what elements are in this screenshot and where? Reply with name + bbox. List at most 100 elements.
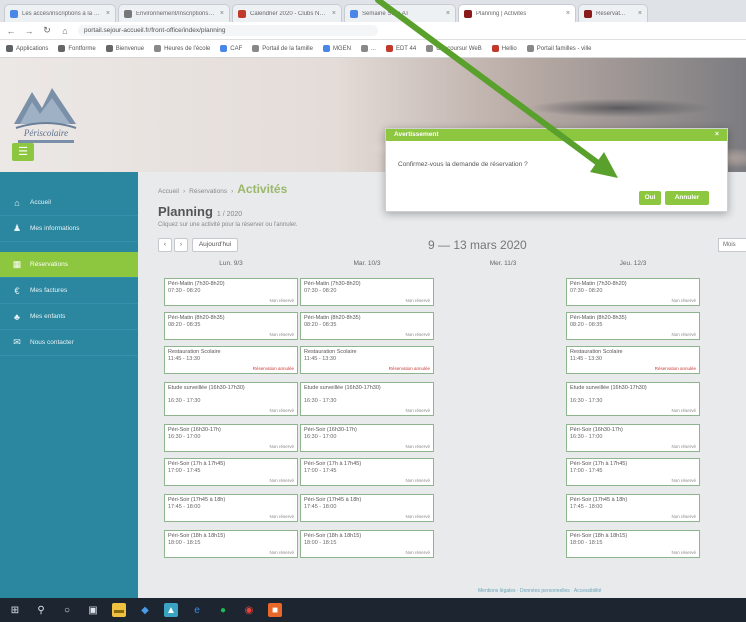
activity-card[interactable]: Restauration Scolaire 11:45 - 13:30 Réserv… xyxy=(566,346,700,374)
activity-time: 16:30 - 17:30 xyxy=(168,398,201,404)
view-select[interactable]: Mois xyxy=(718,238,746,252)
sidebar-item-4[interactable]: € Mes factures xyxy=(0,278,138,304)
browser-tab[interactable]: Planning | Activités × xyxy=(458,4,576,22)
bookmark-item[interactable]: Concoursur WeB xyxy=(426,45,482,52)
prev-week-button[interactable]: ‹ xyxy=(158,238,172,252)
chrome-icon[interactable]: ◉ xyxy=(242,603,256,617)
activity-card[interactable]: Restauration Scolaire 11:45 - 13:30 Réserv… xyxy=(300,346,434,374)
browser-tab[interactable]: Environnement/Inscriptions acc... × xyxy=(118,4,230,22)
activity-status: Non réservé xyxy=(269,332,294,337)
home-icon[interactable]: ⌂ xyxy=(60,26,70,36)
tab-close-icon[interactable]: × xyxy=(566,10,570,17)
activity-card[interactable]: Péri-Matin (7h30-8h20) 07:30 - 08:20 Non r… xyxy=(300,278,434,306)
tab-close-icon[interactable]: × xyxy=(106,10,110,17)
forward-arrow-icon[interactable]: → xyxy=(24,26,34,36)
cortana-icon[interactable]: ○ xyxy=(60,603,74,617)
bookmark-item[interactable]: Portail de la famille xyxy=(252,45,313,52)
bookmark-item[interactable]: Heures de l'école xyxy=(154,45,210,52)
activity-card[interactable]: Péri-Soir (17h à 17h45) 17:00 - 17:45 Non … xyxy=(300,458,434,486)
sidebar-item-3[interactable]: ▦ Réservations xyxy=(0,252,138,278)
edge-icon[interactable]: e xyxy=(190,603,204,617)
activity-title: Péri-Matin (8h20-8h35) xyxy=(168,315,225,321)
office-icon[interactable]: ■ xyxy=(268,603,282,617)
url-field[interactable]: portail.sejour-accueil.fr/front-office/i… xyxy=(78,25,378,36)
bookmark-item[interactable]: Hellio xyxy=(491,45,517,52)
activity-title: Péri-Soir (16h30-17h) xyxy=(304,427,357,433)
bookmark-item[interactable]: MGEN xyxy=(322,45,351,52)
sidebar-item-5[interactable]: ♣ Mes enfants xyxy=(0,304,138,330)
browser-tab[interactable]: Calendrier 2020 - Clubs Nautiques × xyxy=(232,4,342,22)
activity-title: Péri-Matin (7h30-8h20) xyxy=(570,281,627,287)
browser-tab[interactable]: Les accès/inscriptions à la clé... × xyxy=(4,4,116,22)
activity-status: Non réservé xyxy=(269,298,294,303)
bookmark-item[interactable]: Fontforme xyxy=(58,45,96,52)
activity-card[interactable]: Etude surveillée (16h30-17h30) 16:30 - 17… xyxy=(164,382,298,416)
cancel-button[interactable]: Annuler xyxy=(665,191,709,205)
next-week-button[interactable]: › xyxy=(174,238,188,252)
back-arrow-icon[interactable]: ← xyxy=(6,26,16,36)
tab-close-icon[interactable]: × xyxy=(332,10,336,17)
activity-card[interactable]: Péri-Matin (8h20-8h35) 08:20 - 08:35 Non r… xyxy=(566,312,700,340)
activity-card[interactable]: Péri-Soir (16h30-17h) 16:30 - 17:00 Non ré… xyxy=(566,424,700,452)
search-icon[interactable]: ⚲ xyxy=(34,603,48,617)
activity-card[interactable]: Péri-Soir (16h30-17h) 16:30 - 17:00 Non ré… xyxy=(300,424,434,452)
file-explorer-icon[interactable]: ▬ xyxy=(112,603,126,617)
bookmark-item[interactable]: ... xyxy=(360,45,376,52)
day-header: Lun. 9/3 xyxy=(219,260,243,267)
task-view-icon[interactable]: ▣ xyxy=(86,603,100,617)
day-header: Mar. 10/3 xyxy=(353,260,381,267)
breadcrumb-home[interactable]: Accueil xyxy=(158,188,179,195)
activity-card[interactable]: Restauration Scolaire 11:45 - 13:30 Réserv… xyxy=(164,346,298,374)
tab-close-icon[interactable]: × xyxy=(446,10,450,17)
close-icon[interactable]: × xyxy=(715,129,719,141)
activity-card[interactable]: Péri-Soir (17h à 17h45) 17:00 - 17:45 Non … xyxy=(566,458,700,486)
bookmark-favicon-icon xyxy=(154,45,162,52)
reload-icon[interactable]: ↻ xyxy=(42,25,52,36)
sidebar-item-2[interactable]: ♟ Mes informations xyxy=(0,216,138,242)
activity-card[interactable]: Etude surveillée (16h30-17h30) 16:30 - 17… xyxy=(300,382,434,416)
activity-time: 16:30 - 17:30 xyxy=(570,398,603,404)
spotify-icon[interactable]: ● xyxy=(216,603,230,617)
activity-card[interactable]: Péri-Soir (16h30-17h) 16:30 - 17:00 Non ré… xyxy=(164,424,298,452)
store-icon[interactable]: ◆ xyxy=(138,603,152,617)
activity-card[interactable]: Péri-Matin (7h30-8h20) 07:30 - 08:20 Non r… xyxy=(164,278,298,306)
bookmark-item[interactable]: Applications xyxy=(6,45,48,52)
activity-card[interactable]: Péri-Matin (8h20-8h35) 08:20 - 08:35 Non r… xyxy=(164,312,298,340)
activity-card[interactable]: Péri-Matin (7h30-8h20) 07:30 - 08:20 Non r… xyxy=(566,278,700,306)
activity-status: Non réservé xyxy=(671,478,696,483)
bookmark-item[interactable]: Portail familles - ville xyxy=(526,45,591,52)
bookmark-item[interactable]: Bienvenue xyxy=(105,45,144,52)
activity-card[interactable]: Péri-Soir (17h45 à 18h) 17:45 - 18:00 Non … xyxy=(300,494,434,522)
tab-close-icon[interactable]: × xyxy=(638,10,642,17)
footer-links[interactable]: Mentions légales · Données personnelles … xyxy=(478,588,601,594)
photos-icon[interactable]: ▲ xyxy=(164,603,178,617)
hamburger-icon[interactable]: ☰ xyxy=(12,143,34,161)
sidebar-item-1[interactable]: ⌂ Accueil xyxy=(0,190,138,216)
activity-card[interactable]: Péri-Matin (8h20-8h35) 08:20 - 08:35 Non r… xyxy=(300,312,434,340)
sidebar-item-label: Réservations xyxy=(30,261,68,268)
activity-status: Non réservé xyxy=(405,478,430,483)
browser-tab[interactable]: Semaine Suivi AT × xyxy=(344,4,456,22)
bookmark-item[interactable]: EDT 44 xyxy=(385,45,416,52)
windows-start-icon[interactable]: ⊞ xyxy=(8,603,22,617)
activity-card[interactable]: Péri-Soir (17h45 à 18h) 17:45 - 18:00 Non … xyxy=(164,494,298,522)
activity-card[interactable]: Péri-Soir (17h à 17h45) 17:00 - 17:45 Non … xyxy=(164,458,298,486)
activity-card[interactable]: Péri-Soir (17h45 à 18h) 17:45 - 18:00 Non … xyxy=(566,494,700,522)
activity-status: Non réservé xyxy=(269,550,294,555)
ok-button[interactable]: Oui xyxy=(639,191,661,205)
bookmark-favicon-icon xyxy=(252,45,260,52)
bookmark-item[interactable]: CAF xyxy=(220,45,242,52)
activity-card[interactable]: Péri-Soir (18h à 18h15) 18:00 - 18:15 Non … xyxy=(300,530,434,558)
tab-close-icon[interactable]: × xyxy=(220,10,224,17)
confirmation-dialog: Avertissement × Confirmez-vous la demand… xyxy=(385,128,728,212)
today-button[interactable]: Aujourd'hui xyxy=(192,238,238,252)
bookmark-favicon-icon xyxy=(526,45,534,52)
activity-card[interactable]: Péri-Soir (18h à 18h15) 18:00 - 18:15 Non … xyxy=(164,530,298,558)
sidebar-item-6[interactable]: ✉ Nous contacter xyxy=(0,330,138,356)
activity-status: Réservation annulée xyxy=(388,366,430,371)
browser-tab[interactable]: Réservat... × xyxy=(578,4,648,22)
activity-card[interactable]: Péri-Soir (18h à 18h15) 18:00 - 18:15 Non … xyxy=(566,530,700,558)
activity-status: Non réservé xyxy=(405,444,430,449)
breadcrumb-reservations[interactable]: Réservations xyxy=(189,188,227,195)
activity-card[interactable]: Etude surveillée (16h30-17h30) 16:30 - 17… xyxy=(566,382,700,416)
